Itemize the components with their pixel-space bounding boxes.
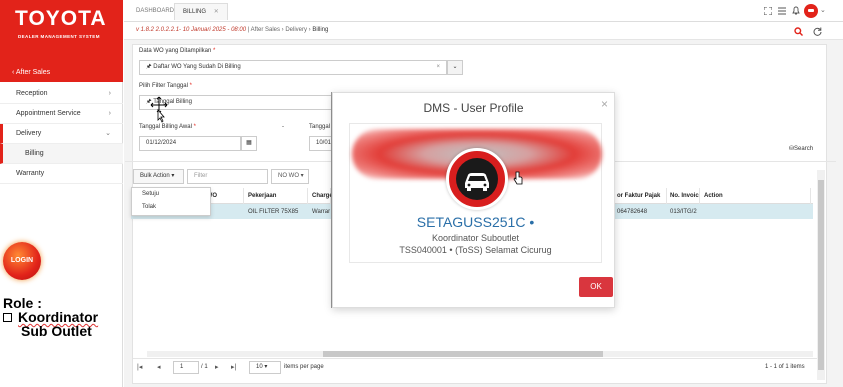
filter-select[interactable]: 🖈 Tanggal Billing <box>139 95 335 110</box>
back-to-after-sales[interactable]: ‹ After Sales <box>12 69 50 76</box>
login-badge: LOGIN <box>3 242 41 280</box>
breadcrumb-current: Billing <box>312 27 329 33</box>
start-date-input[interactable]: 01/12/2024 <box>139 136 241 151</box>
col-charge: Charge <box>309 188 333 204</box>
bulk-action-button[interactable]: Bulk Action ▾ <box>133 169 184 184</box>
end-date-input[interactable]: 10/01 <box>309 136 333 151</box>
profile-card: SETAGUSS251C • Koordinator Suboutlet TSS… <box>349 123 602 263</box>
sidebar-item-appointment-service[interactable]: Appointment Service › <box>0 104 123 124</box>
menu-item-tolak[interactable]: Tolak <box>132 201 210 214</box>
ok-button[interactable]: OK <box>579 277 613 297</box>
brand-subtitle: DEALER MANAGEMENT SYSTEM <box>18 34 100 39</box>
date-range-dash: - <box>282 124 284 130</box>
chevron-down-icon[interactable]: ⌄ <box>820 6 826 14</box>
cell-pekerjaan: OIL FILTER 75X85 <box>248 209 299 215</box>
role-heading: Role : <box>3 295 42 311</box>
per-page-select[interactable]: 10 ▾ <box>249 361 281 374</box>
sidebar-item-warranty[interactable]: Warranty <box>0 164 123 184</box>
cell-no-invoice: 013/ITG/2 <box>670 209 697 215</box>
sidebar-item-billing[interactable]: Billing <box>0 144 123 164</box>
col-action: Action <box>701 188 811 204</box>
modal-title: DMS - User Profile <box>423 101 524 115</box>
role-annotation: Role : Koordinator Sub Outlet <box>3 296 98 338</box>
bell-icon[interactable] <box>792 6 800 15</box>
user-avatar[interactable] <box>804 4 818 18</box>
vertical-scroll-thumb[interactable] <box>818 180 824 370</box>
car-avatar <box>446 148 508 210</box>
toyota-logo: TOYOTA <box>15 7 107 30</box>
pagination-bar: |◂ ◂ 1 / 1 ▸ ▸| 10 ▾ items per page 1 - … <box>133 358 820 378</box>
pin-icon: 🖈 <box>146 64 152 70</box>
role-line-2: Sub Outlet <box>21 323 92 339</box>
first-page-icon[interactable]: |◂ <box>137 363 142 371</box>
sidebar-item-delivery[interactable]: Delivery ⌄ <box>0 124 123 144</box>
tab-billing[interactable]: BILLING ✕ <box>174 3 228 20</box>
version-text: v 1.8.2 2.0.2.2.1- 10 Januari 2025 - 08:… <box>136 27 247 33</box>
menu-item-setuju[interactable]: Setuju <box>132 188 210 201</box>
col-faktur-pajak: or Faktur Pajak ... <box>614 188 667 215</box>
profile-username: SETAGUSS251C • <box>416 214 535 230</box>
filter-input[interactable]: Filter <box>187 169 268 184</box>
prev-page-icon[interactable]: ◂ <box>157 363 161 371</box>
expand-icon[interactable] <box>764 7 772 15</box>
bulk-action-menu: Setuju Tolak <box>131 187 211 216</box>
nowo-dropdown[interactable]: NO WO ▾ <box>271 169 309 184</box>
next-page-icon[interactable]: ▸ <box>215 363 219 371</box>
breadcrumb-bar: v 1.8.2 2.0.2.2.1- 10 Januari 2025 - 08:… <box>124 22 843 40</box>
calendar-icon[interactable]: ▦ <box>241 136 257 151</box>
menu-icon[interactable] <box>778 7 786 15</box>
car-icon <box>465 173 489 191</box>
topbar: DASHBOARD BILLING ✕ <box>124 0 843 22</box>
page-total: / 1 <box>201 364 208 370</box>
wo-select[interactable]: 🖈 Daftar WO Yang Sudah Di Billing × <box>139 60 447 75</box>
close-icon[interactable]: × <box>601 97 608 111</box>
last-page-icon[interactable]: ▸| <box>231 363 236 371</box>
close-tab-icon[interactable]: ✕ <box>214 9 219 15</box>
profile-role: Koordinator Suboutlet <box>431 233 520 243</box>
col-pekerjaan: Pekerjaan <box>245 188 308 204</box>
brand-header: TOYOTA DEALER MANAGEMENT SYSTEM ‹ After … <box>0 0 123 82</box>
wo-dropdown-toggle[interactable]: ⌄ <box>447 60 463 75</box>
start-date-label: Tanggal Billing Awal * <box>139 124 196 130</box>
filter-label: Pilih Filter Tanggal * <box>139 83 192 89</box>
horizontal-scroll-thumb[interactable] <box>323 351 603 357</box>
hand-cursor-icon <box>513 171 523 185</box>
chevron-right-icon: › <box>108 90 111 97</box>
cell-faktur-pajak: 064782648 <box>617 209 648 215</box>
chevron-down-icon: ⌄ <box>105 130 111 137</box>
per-page-label: items per page <box>284 364 324 370</box>
page-input[interactable]: 1 <box>173 361 199 374</box>
sidebar-item-reception[interactable]: Reception › <box>0 84 123 104</box>
search-icon[interactable] <box>794 27 803 36</box>
move-cursor-icon <box>150 96 168 123</box>
end-date-label: Tanggal <box>309 124 331 130</box>
col-no-invoice: No. Invoic <box>667 188 700 204</box>
search-button[interactable]: ⛁Search <box>789 145 813 152</box>
caret-down-icon: ▾ <box>171 173 175 179</box>
clear-icon[interactable]: × <box>436 61 440 74</box>
chevron-right-icon: › <box>108 110 111 117</box>
wo-label: Data WO yang Ditampilkan * <box>139 48 216 54</box>
checkbox-icon <box>3 313 12 322</box>
profile-outlet: TSS040001 • (ToSS) Selamat Cicurug <box>399 245 552 255</box>
breadcrumb: v 1.8.2 2.0.2.2.1- 10 Januari 2025 - 08:… <box>136 27 329 33</box>
user-profile-modal: DMS - User Profile × SETAGUSS251C • Koor… <box>332 92 615 308</box>
pagination-summary: 1 - 1 of 1 items <box>765 364 805 370</box>
cell-charge: Warrar <box>312 209 331 215</box>
refresh-icon[interactable] <box>813 27 822 36</box>
